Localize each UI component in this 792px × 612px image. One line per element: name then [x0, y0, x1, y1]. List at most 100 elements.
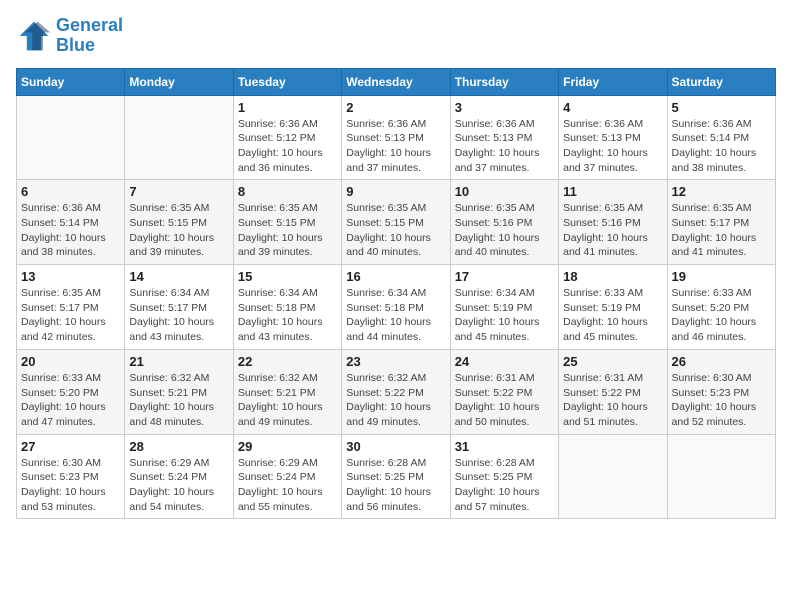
- calendar-week-row: 20Sunrise: 6:33 AMSunset: 5:20 PMDayligh…: [17, 349, 776, 434]
- day-detail: Sunrise: 6:36 AMSunset: 5:12 PMDaylight:…: [238, 117, 337, 176]
- page-header: General Blue: [16, 16, 776, 56]
- day-number: 10: [455, 184, 554, 199]
- header-monday: Monday: [125, 68, 233, 95]
- calendar-cell: 3 Sunrise: 6:36 AMSunset: 5:13 PMDaylight…: [450, 95, 558, 180]
- day-number: 30: [346, 439, 445, 454]
- calendar-cell: 22 Sunrise: 6:32 AMSunset: 5:21 PMDayligh…: [233, 349, 341, 434]
- day-detail: Sunrise: 6:34 AMSunset: 5:18 PMDaylight:…: [238, 286, 337, 345]
- calendar-cell: 29 Sunrise: 6:29 AMSunset: 5:24 PMDayligh…: [233, 434, 341, 519]
- calendar-header-row: SundayMondayTuesdayWednesdayThursdayFrid…: [17, 68, 776, 95]
- calendar-cell: [667, 434, 775, 519]
- day-number: 13: [21, 269, 120, 284]
- day-detail: Sunrise: 6:29 AMSunset: 5:24 PMDaylight:…: [238, 456, 337, 515]
- day-detail: Sunrise: 6:34 AMSunset: 5:18 PMDaylight:…: [346, 286, 445, 345]
- day-detail: Sunrise: 6:30 AMSunset: 5:23 PMDaylight:…: [21, 456, 120, 515]
- calendar-week-row: 6 Sunrise: 6:36 AMSunset: 5:14 PMDaylight…: [17, 180, 776, 265]
- calendar-cell: 13 Sunrise: 6:35 AMSunset: 5:17 PMDayligh…: [17, 265, 125, 350]
- day-number: 3: [455, 100, 554, 115]
- day-detail: Sunrise: 6:36 AMSunset: 5:13 PMDaylight:…: [455, 117, 554, 176]
- day-number: 8: [238, 184, 337, 199]
- day-number: 18: [563, 269, 662, 284]
- day-detail: Sunrise: 6:36 AMSunset: 5:13 PMDaylight:…: [563, 117, 662, 176]
- day-number: 5: [672, 100, 771, 115]
- calendar-week-row: 27 Sunrise: 6:30 AMSunset: 5:23 PMDayligh…: [17, 434, 776, 519]
- logo: General Blue: [16, 16, 123, 56]
- day-detail: Sunrise: 6:35 AMSunset: 5:15 PMDaylight:…: [238, 201, 337, 260]
- header-friday: Friday: [559, 68, 667, 95]
- day-detail: Sunrise: 6:32 AMSunset: 5:21 PMDaylight:…: [129, 371, 228, 430]
- day-number: 9: [346, 184, 445, 199]
- day-number: 22: [238, 354, 337, 369]
- day-number: 23: [346, 354, 445, 369]
- calendar-cell: [125, 95, 233, 180]
- day-number: 27: [21, 439, 120, 454]
- calendar-cell: 21 Sunrise: 6:32 AMSunset: 5:21 PMDayligh…: [125, 349, 233, 434]
- calendar-table: SundayMondayTuesdayWednesdayThursdayFrid…: [16, 68, 776, 520]
- day-number: 24: [455, 354, 554, 369]
- calendar-cell: 24 Sunrise: 6:31 AMSunset: 5:22 PMDayligh…: [450, 349, 558, 434]
- header-tuesday: Tuesday: [233, 68, 341, 95]
- day-number: 25: [563, 354, 662, 369]
- calendar-cell: 5 Sunrise: 6:36 AMSunset: 5:14 PMDaylight…: [667, 95, 775, 180]
- day-detail: Sunrise: 6:35 AMSunset: 5:15 PMDaylight:…: [346, 201, 445, 260]
- day-number: 4: [563, 100, 662, 115]
- calendar-cell: 6 Sunrise: 6:36 AMSunset: 5:14 PMDaylight…: [17, 180, 125, 265]
- day-detail: Sunrise: 6:35 AMSunset: 5:16 PMDaylight:…: [455, 201, 554, 260]
- day-detail: Sunrise: 6:33 AMSunset: 5:20 PMDaylight:…: [672, 286, 771, 345]
- day-detail: Sunrise: 6:32 AMSunset: 5:22 PMDaylight:…: [346, 371, 445, 430]
- day-detail: Sunrise: 6:31 AMSunset: 5:22 PMDaylight:…: [455, 371, 554, 430]
- day-number: 7: [129, 184, 228, 199]
- day-detail: Sunrise: 6:30 AMSunset: 5:23 PMDaylight:…: [672, 371, 771, 430]
- day-number: 19: [672, 269, 771, 284]
- header-thursday: Thursday: [450, 68, 558, 95]
- calendar-cell: 28 Sunrise: 6:29 AMSunset: 5:24 PMDayligh…: [125, 434, 233, 519]
- day-number: 1: [238, 100, 337, 115]
- day-number: 15: [238, 269, 337, 284]
- calendar-cell: 30 Sunrise: 6:28 AMSunset: 5:25 PMDayligh…: [342, 434, 450, 519]
- calendar-cell: [17, 95, 125, 180]
- day-detail: Sunrise: 6:28 AMSunset: 5:25 PMDaylight:…: [346, 456, 445, 515]
- calendar-cell: 9 Sunrise: 6:35 AMSunset: 5:15 PMDaylight…: [342, 180, 450, 265]
- day-number: 21: [129, 354, 228, 369]
- day-detail: Sunrise: 6:31 AMSunset: 5:22 PMDaylight:…: [563, 371, 662, 430]
- day-detail: Sunrise: 6:36 AMSunset: 5:14 PMDaylight:…: [21, 201, 120, 260]
- header-wednesday: Wednesday: [342, 68, 450, 95]
- day-number: 6: [21, 184, 120, 199]
- calendar-cell: 12 Sunrise: 6:35 AMSunset: 5:17 PMDayligh…: [667, 180, 775, 265]
- day-detail: Sunrise: 6:35 AMSunset: 5:16 PMDaylight:…: [563, 201, 662, 260]
- day-detail: Sunrise: 6:36 AMSunset: 5:14 PMDaylight:…: [672, 117, 771, 176]
- day-number: 11: [563, 184, 662, 199]
- day-detail: Sunrise: 6:35 AMSunset: 5:17 PMDaylight:…: [21, 286, 120, 345]
- day-detail: Sunrise: 6:33 AMSunset: 5:20 PMDaylight:…: [21, 371, 120, 430]
- calendar-cell: 18Sunrise: 6:33 AMSunset: 5:19 PMDayligh…: [559, 265, 667, 350]
- calendar-cell: 17Sunrise: 6:34 AMSunset: 5:19 PMDayligh…: [450, 265, 558, 350]
- calendar-cell: 23 Sunrise: 6:32 AMSunset: 5:22 PMDayligh…: [342, 349, 450, 434]
- day-detail: Sunrise: 6:35 AMSunset: 5:15 PMDaylight:…: [129, 201, 228, 260]
- day-detail: Sunrise: 6:32 AMSunset: 5:21 PMDaylight:…: [238, 371, 337, 430]
- calendar-cell: 14 Sunrise: 6:34 AMSunset: 5:17 PMDayligh…: [125, 265, 233, 350]
- header-sunday: Sunday: [17, 68, 125, 95]
- day-number: 2: [346, 100, 445, 115]
- header-saturday: Saturday: [667, 68, 775, 95]
- day-detail: Sunrise: 6:29 AMSunset: 5:24 PMDaylight:…: [129, 456, 228, 515]
- day-number: 12: [672, 184, 771, 199]
- calendar-cell: 27 Sunrise: 6:30 AMSunset: 5:23 PMDayligh…: [17, 434, 125, 519]
- calendar-cell: 20Sunrise: 6:33 AMSunset: 5:20 PMDayligh…: [17, 349, 125, 434]
- calendar-cell: 11 Sunrise: 6:35 AMSunset: 5:16 PMDayligh…: [559, 180, 667, 265]
- day-detail: Sunrise: 6:34 AMSunset: 5:17 PMDaylight:…: [129, 286, 228, 345]
- day-detail: Sunrise: 6:28 AMSunset: 5:25 PMDaylight:…: [455, 456, 554, 515]
- calendar-cell: 15 Sunrise: 6:34 AMSunset: 5:18 PMDayligh…: [233, 265, 341, 350]
- calendar-week-row: 13 Sunrise: 6:35 AMSunset: 5:17 PMDayligh…: [17, 265, 776, 350]
- day-number: 16: [346, 269, 445, 284]
- calendar-cell: 25 Sunrise: 6:31 AMSunset: 5:22 PMDayligh…: [559, 349, 667, 434]
- calendar-cell: 8 Sunrise: 6:35 AMSunset: 5:15 PMDaylight…: [233, 180, 341, 265]
- calendar-cell: 26 Sunrise: 6:30 AMSunset: 5:23 PMDayligh…: [667, 349, 775, 434]
- day-number: 28: [129, 439, 228, 454]
- day-number: 17: [455, 269, 554, 284]
- logo-text: General Blue: [56, 16, 123, 56]
- day-number: 29: [238, 439, 337, 454]
- calendar-cell: 4 Sunrise: 6:36 AMSunset: 5:13 PMDaylight…: [559, 95, 667, 180]
- day-number: 26: [672, 354, 771, 369]
- day-number: 14: [129, 269, 228, 284]
- day-detail: Sunrise: 6:35 AMSunset: 5:17 PMDaylight:…: [672, 201, 771, 260]
